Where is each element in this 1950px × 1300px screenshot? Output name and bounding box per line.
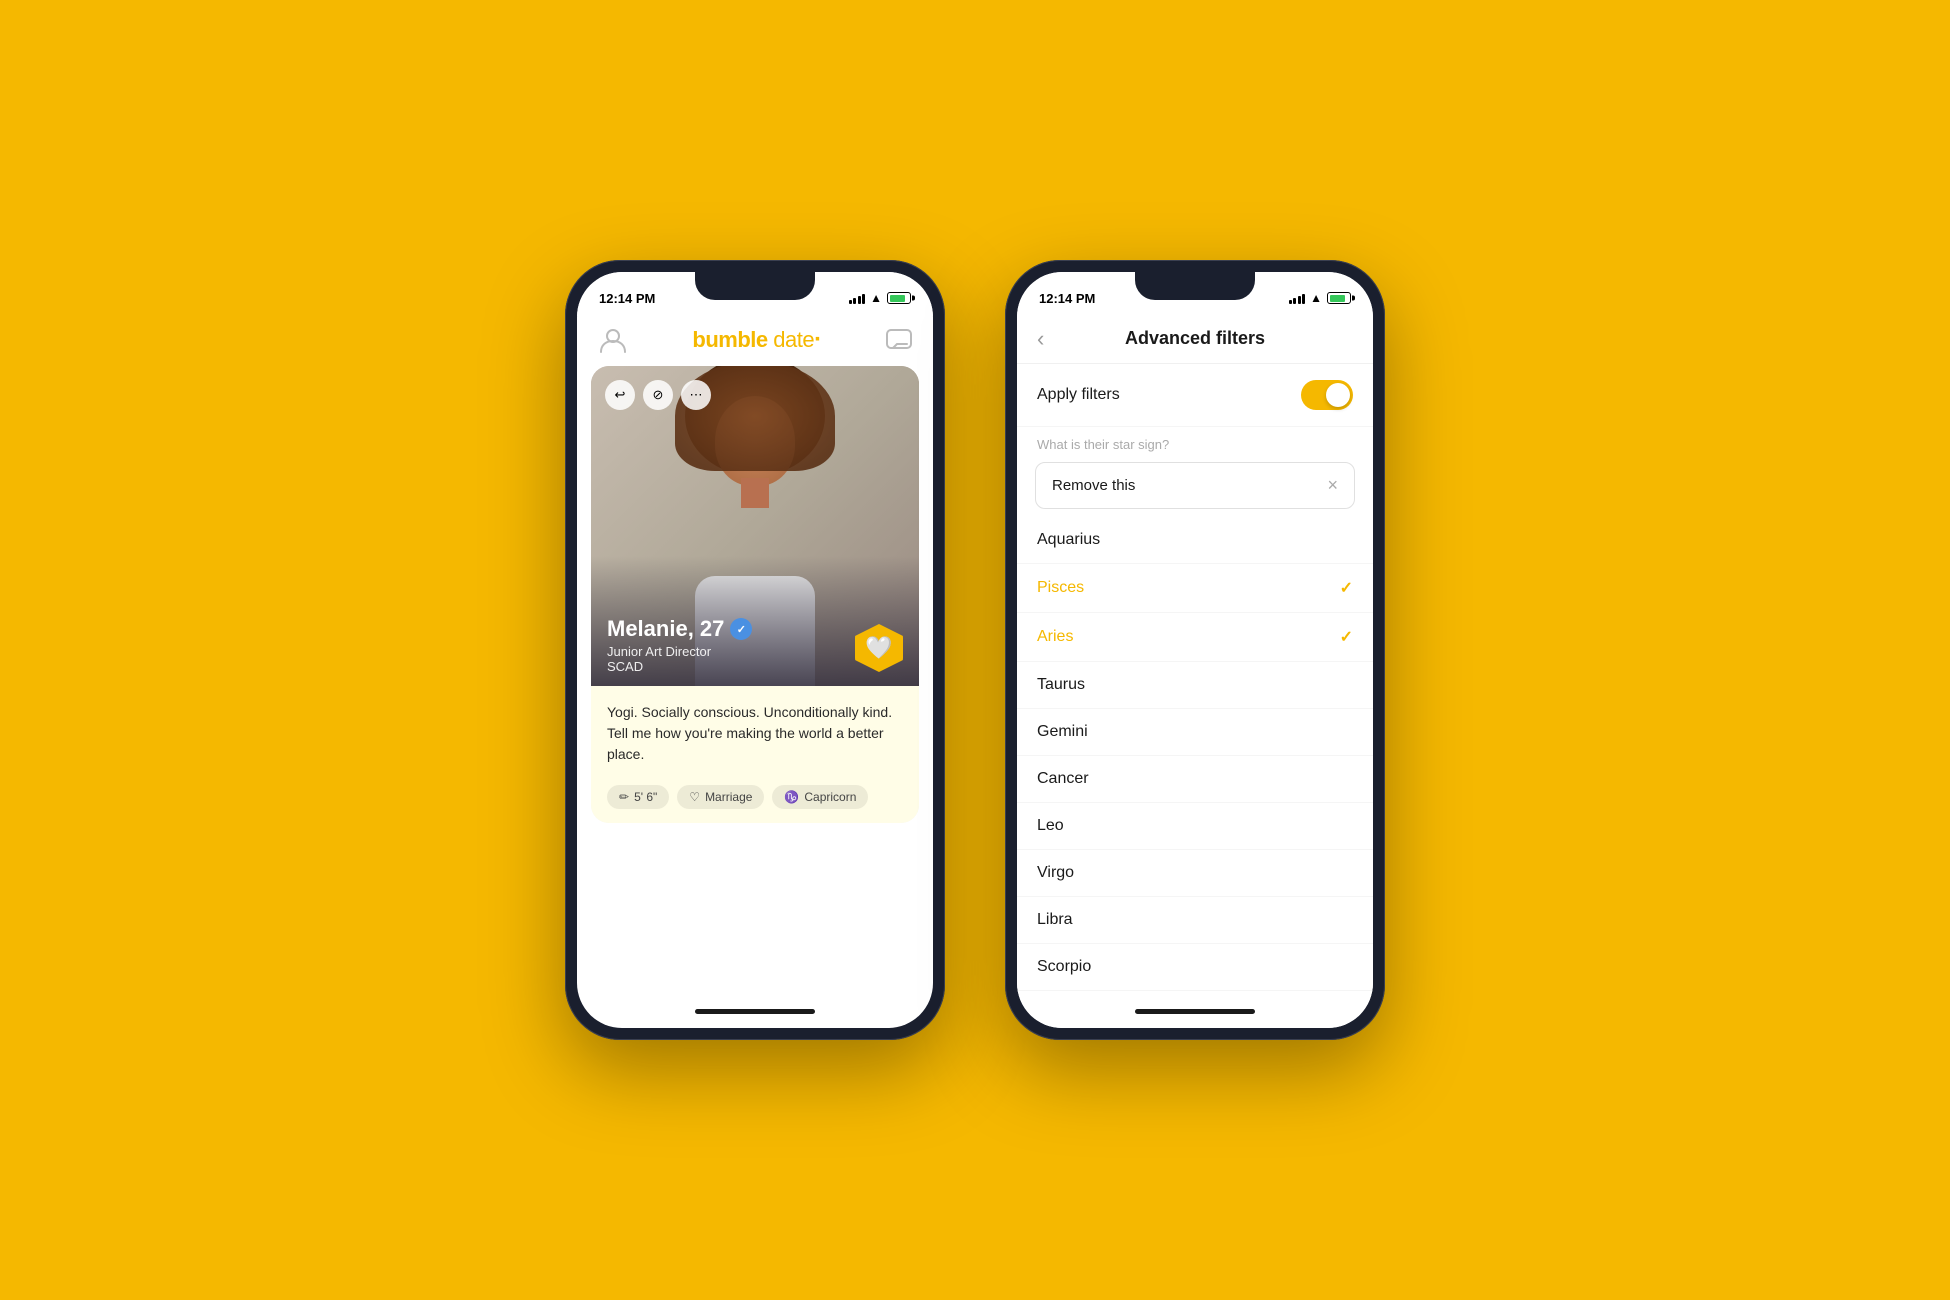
filters-header: ‹ Advanced filters [1017, 316, 1373, 364]
sign-name-scorpio: Scorpio [1037, 958, 1091, 976]
sign-item-cancer[interactable]: Cancer [1017, 756, 1373, 803]
sign-item-leo[interactable]: Leo [1017, 803, 1373, 850]
phone-2: 12:14 PM ▲ ‹ Advanced filters [1005, 260, 1385, 1040]
status-icons-2: ▲ [1289, 291, 1351, 305]
more-button[interactable]: ⋯ [681, 380, 711, 410]
height-icon: ✏ [619, 790, 629, 804]
intent-tag: ♡ Marriage [677, 785, 764, 809]
notch-2 [1135, 272, 1255, 300]
sign-item-scorpio[interactable]: Scorpio [1017, 944, 1373, 991]
profile-card[interactable]: ↩ ⊘ ⋯ Melanie, 27 ✓ Junior Art Director … [591, 366, 919, 823]
sign-name-aries: Aries [1037, 628, 1073, 646]
card-actions: ↩ ⊘ ⋯ [605, 380, 711, 410]
profile-icon[interactable] [597, 324, 629, 356]
aries-check: ✓ [1340, 627, 1353, 647]
sign-name-libra: Libra [1037, 911, 1073, 929]
phone-1: 12:14 PM ▲ [565, 260, 945, 1040]
verified-badge: ✓ [730, 618, 752, 640]
signal-icon-1 [849, 292, 866, 304]
sign-item-aries[interactable]: Aries ✓ [1017, 613, 1373, 662]
battery-icon-2 [1327, 292, 1351, 304]
home-indicator-2 [1017, 994, 1373, 1028]
sign-list: Aquarius Pisces ✓ Aries ✓ Taurus [1017, 517, 1373, 994]
phone1-content: bumble date· [577, 316, 933, 1028]
rewind-button[interactable]: ↩ [605, 380, 635, 410]
sign-item-libra[interactable]: Libra [1017, 897, 1373, 944]
bio-text: Yogi. Socially conscious. Unconditionall… [607, 702, 903, 765]
phone2-content: ‹ Advanced filters Apply filters What is… [1017, 316, 1373, 1028]
app-header: bumble date· [577, 316, 933, 366]
chat-icon[interactable] [885, 326, 913, 354]
app-logo: bumble date· [692, 326, 821, 354]
notch-1 [695, 272, 815, 300]
sign-name-gemini: Gemini [1037, 723, 1088, 741]
status-bar-1: 12:14 PM ▲ [577, 272, 933, 316]
sign-item-virgo[interactable]: Virgo [1017, 850, 1373, 897]
sign-name-virgo: Virgo [1037, 864, 1074, 882]
clear-button[interactable]: × [1327, 475, 1338, 496]
sign-tag: ♑ Capricorn [772, 785, 868, 809]
back-button[interactable]: ‹ [1037, 326, 1044, 352]
apply-filters-label: Apply filters [1037, 386, 1120, 404]
sign-name-aquarius: Aquarius [1037, 531, 1100, 549]
card-container: ↩ ⊘ ⋯ Melanie, 27 ✓ Junior Art Director … [577, 366, 933, 994]
bio-section: Yogi. Socially conscious. Unconditionall… [591, 686, 919, 775]
star-sign-section-label: What is their star sign? [1017, 427, 1373, 458]
home-indicator-1 [577, 994, 933, 1028]
battery-icon-1 [887, 292, 911, 304]
sign-item-pisces[interactable]: Pisces ✓ [1017, 564, 1373, 613]
apply-filters-toggle[interactable] [1301, 380, 1353, 410]
signal-icon-2 [1289, 292, 1306, 304]
height-tag: ✏ 5' 6" [607, 785, 669, 809]
wifi-icon-1: ▲ [870, 291, 882, 305]
mute-button[interactable]: ⊘ [643, 380, 673, 410]
wifi-icon-2: ▲ [1310, 291, 1322, 305]
status-time-2: 12:14 PM [1039, 291, 1095, 306]
filters-body: Apply filters What is their star sign? R… [1017, 364, 1373, 994]
filters-title: Advanced filters [1125, 328, 1265, 349]
pisces-check: ✓ [1340, 578, 1353, 598]
tags-row: ✏ 5' 6" ♡ Marriage ♑ Capricorn [591, 775, 919, 823]
sign-search-dropdown[interactable]: Remove this × [1035, 462, 1355, 509]
sign-icon: ♑ [784, 790, 799, 804]
sign-name-cancer: Cancer [1037, 770, 1089, 788]
apply-filters-row: Apply filters [1017, 364, 1373, 427]
search-dropdown-value: Remove this [1052, 477, 1135, 494]
status-icons-1: ▲ [849, 291, 911, 305]
status-time-1: 12:14 PM [599, 291, 655, 306]
sign-item-aquarius[interactable]: Aquarius [1017, 517, 1373, 564]
sign-item-taurus[interactable]: Taurus [1017, 662, 1373, 709]
sign-name-pisces: Pisces [1037, 579, 1084, 597]
card-photo: ↩ ⊘ ⋯ Melanie, 27 ✓ Junior Art Director … [591, 366, 919, 686]
status-bar-2: 12:14 PM ▲ [1017, 272, 1373, 316]
sign-name-taurus: Taurus [1037, 676, 1085, 694]
sign-name-leo: Leo [1037, 817, 1064, 835]
heart-icon: ♡ [689, 790, 700, 804]
sign-item-gemini[interactable]: Gemini [1017, 709, 1373, 756]
